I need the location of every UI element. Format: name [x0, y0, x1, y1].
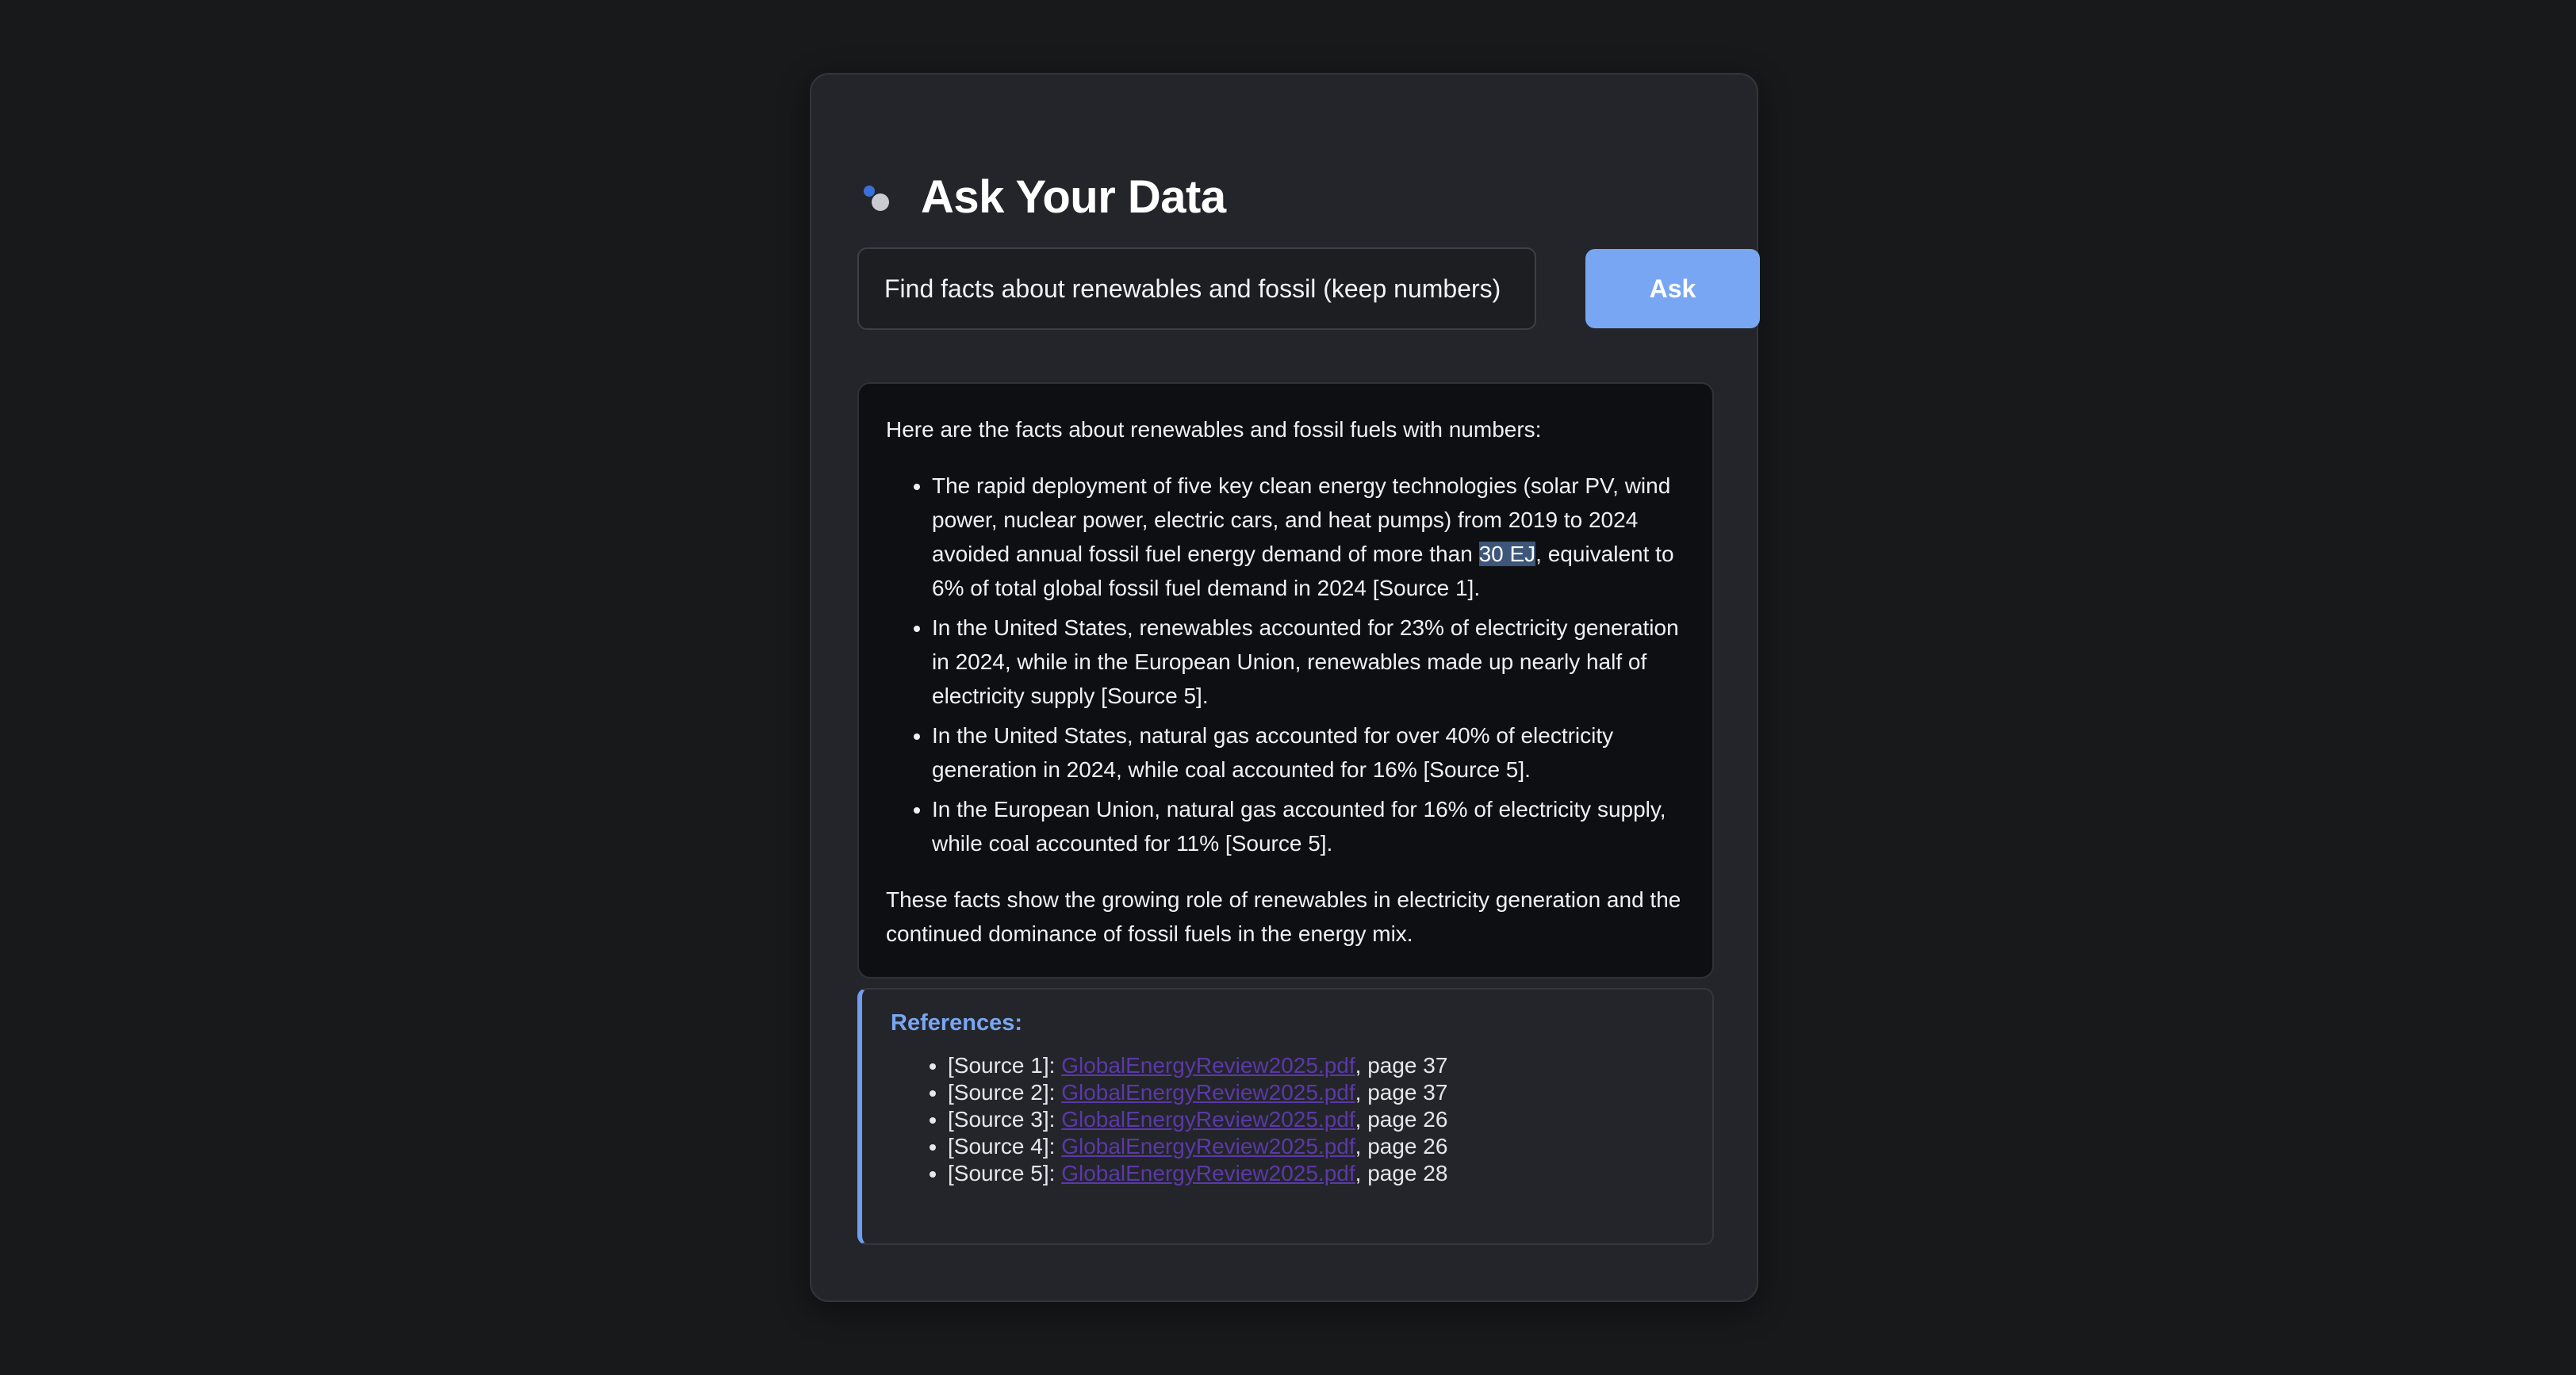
reference-link[interactable]: GlobalEnergyReview2025.pdf [1061, 1134, 1355, 1159]
reference-link[interactable]: GlobalEnergyReview2025.pdf [1061, 1161, 1355, 1185]
references-panel: References: [Source 1]: GlobalEnergyRevi… [857, 988, 1714, 1245]
reference-item: [Source 2]: GlobalEnergyReview2025.pdf, … [948, 1079, 1684, 1106]
logo-dot-blue [864, 186, 875, 197]
reference-link[interactable]: GlobalEnergyReview2025.pdf [1061, 1080, 1355, 1105]
reference-page: , page 28 [1355, 1161, 1448, 1185]
answer-list: The rapid deployment of five key clean e… [886, 469, 1685, 860]
answer-bullet: In the United States, natural gas accoun… [932, 718, 1685, 787]
reference-label: [Source 2]: [948, 1080, 1062, 1105]
answer-conclusion: These facts show the growing role of ren… [886, 887, 1681, 946]
answer-intro: Here are the facts about renewables and … [886, 417, 1542, 442]
reference-item: [Source 4]: GlobalEnergyReview2025.pdf, … [948, 1133, 1684, 1160]
query-input[interactable] [857, 247, 1536, 330]
reference-page: , page 26 [1355, 1107, 1448, 1132]
page-title: Ask Your Data [921, 170, 1226, 223]
logo-dot-gray [872, 193, 889, 211]
ask-button[interactable]: Ask [1585, 249, 1760, 328]
references-list: [Source 1]: GlobalEnergyReview2025.pdf, … [891, 1052, 1684, 1187]
reference-label: [Source 4]: [948, 1134, 1062, 1159]
answer-bullet: The rapid deployment of five key clean e… [932, 469, 1685, 605]
answer-bullet: In the European Union, natural gas accou… [932, 792, 1685, 860]
reference-link[interactable]: GlobalEnergyReview2025.pdf [1061, 1107, 1355, 1132]
query-bar: Ask [857, 247, 1760, 331]
reference-page: , page 26 [1355, 1134, 1448, 1159]
reference-label: [Source 3]: [948, 1107, 1062, 1132]
reference-page: , page 37 [1355, 1080, 1448, 1105]
reference-link[interactable]: GlobalEnergyReview2025.pdf [1061, 1053, 1355, 1078]
reference-item: [Source 1]: GlobalEnergyReview2025.pdf, … [948, 1052, 1684, 1079]
answer-bullet: In the United States, renewables account… [932, 611, 1685, 713]
reference-item: [Source 5]: GlobalEnergyReview2025.pdf, … [948, 1160, 1684, 1187]
main-card: Ask Your Data Ask Here are the facts abo… [810, 73, 1760, 1302]
references-title: References: [891, 1010, 1023, 1036]
selected-text-highlight[interactable]: 30 EJ [1478, 542, 1536, 566]
logo-icon [862, 178, 894, 216]
app-header: Ask Your Data [862, 165, 1226, 228]
reference-label: [Source 5]: [948, 1161, 1062, 1185]
reference-label: [Source 1]: [948, 1053, 1062, 1078]
reference-item: [Source 3]: GlobalEnergyReview2025.pdf, … [948, 1106, 1684, 1133]
answer-panel: Here are the facts about renewables and … [857, 382, 1714, 979]
reference-page: , page 37 [1355, 1053, 1448, 1078]
